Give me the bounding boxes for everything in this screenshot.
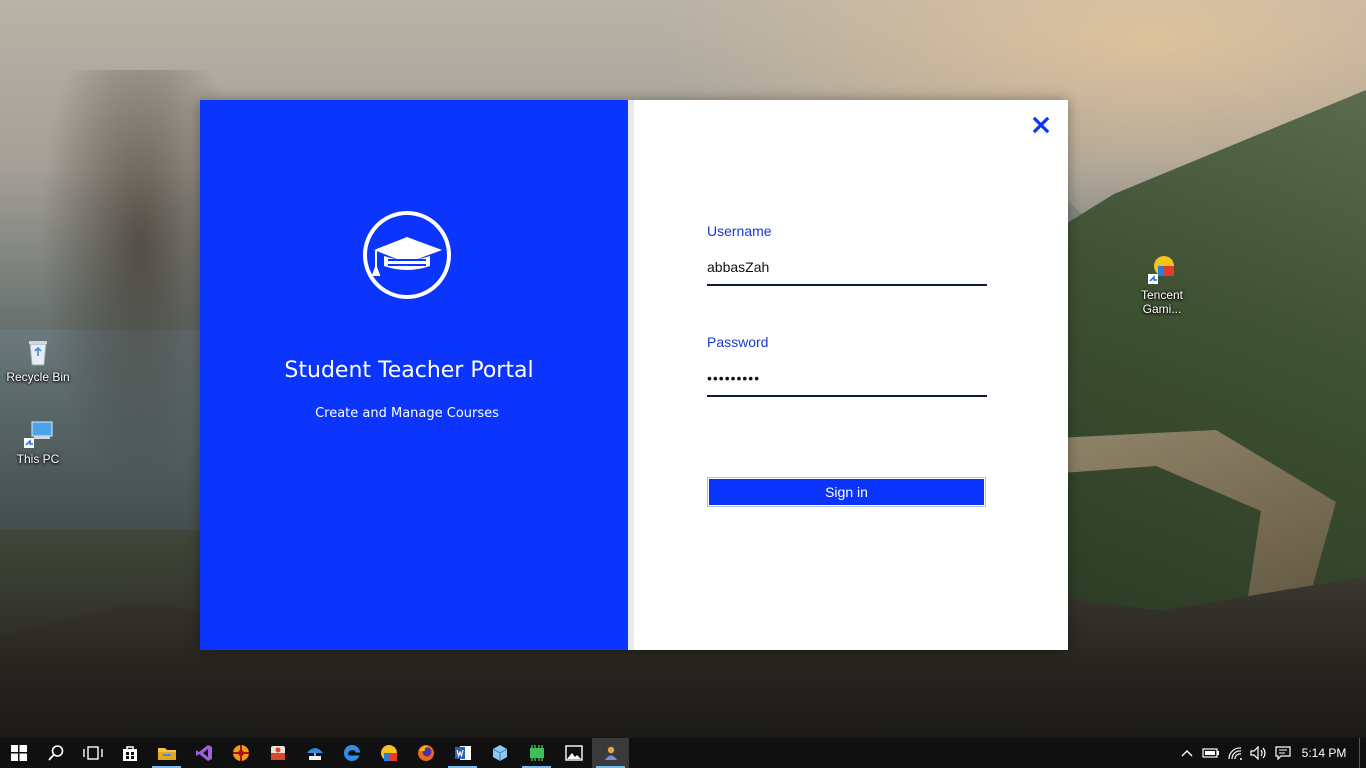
edge-icon [343, 744, 360, 761]
taskbar-app-green[interactable] [518, 738, 555, 768]
firefox-icon [417, 745, 434, 761]
desktop-icon-tencent[interactable]: Tencent Gami... [1124, 254, 1200, 316]
close-button[interactable] [1030, 114, 1052, 136]
taskbar-clock[interactable]: 5:14 PM [1295, 746, 1353, 760]
app-icon-umbrella [306, 748, 323, 760]
login-window: Student Teacher Portal Create and Manage… [200, 100, 1068, 650]
taskbar-firefox[interactable] [407, 738, 444, 768]
branding-panel: Student Teacher Portal Create and Manage… [200, 100, 628, 650]
battery-icon [1202, 748, 1219, 758]
tray-action-center[interactable] [1271, 738, 1295, 768]
password-input[interactable] [707, 361, 987, 397]
taskbar-app-umbrella[interactable] [296, 738, 333, 768]
username-label: Username [707, 223, 772, 239]
tencent-gaming-icon [1146, 254, 1178, 286]
notification-icon [1275, 746, 1291, 760]
app-icon-yellow [380, 745, 397, 761]
username-input[interactable] [707, 250, 987, 286]
portal-app-icon [604, 746, 617, 760]
tray-battery[interactable] [1199, 738, 1223, 768]
wallpaper-road [1036, 430, 1336, 610]
store-icon [122, 746, 137, 761]
chevron-up-icon [1181, 750, 1193, 757]
tray-overflow-button[interactable] [1175, 738, 1199, 768]
wifi-icon [1228, 747, 1242, 760]
taskbar-photos[interactable] [555, 738, 592, 768]
graduation-cap-icon [362, 210, 452, 300]
close-icon [1032, 116, 1050, 134]
app-subtitle: Create and Manage Courses [315, 406, 499, 421]
start-icon [10, 745, 27, 761]
taskbar-visual-studio[interactable] [185, 738, 222, 768]
computer-icon [22, 418, 54, 450]
visual-studio-icon [195, 745, 212, 761]
taskbar-word[interactable] [444, 738, 481, 768]
taskbar-edge[interactable] [333, 738, 370, 768]
app-icon-green [529, 745, 544, 761]
app-title: Student Teacher Portal [284, 358, 534, 383]
word-icon [454, 746, 471, 760]
search-icon [47, 745, 63, 761]
search-button[interactable] [37, 738, 74, 768]
photos-icon [564, 745, 583, 761]
desktop-icon-this-pc[interactable]: This PC [0, 418, 76, 466]
desktop-icon-recycle-bin[interactable]: Recycle Bin [0, 336, 76, 384]
sign-in-button[interactable]: Sign in [707, 477, 986, 507]
show-desktop-button[interactable] [1359, 738, 1366, 768]
taskbar-app-cube[interactable] [481, 738, 518, 768]
file-explorer-icon [157, 748, 176, 760]
taskbar-file-explorer[interactable] [148, 738, 185, 768]
app-icon-cube [492, 745, 507, 761]
app-icon-orange [232, 745, 249, 761]
system-tray: 5:14 PM [1175, 738, 1366, 768]
volume-icon [1250, 746, 1266, 760]
taskbar-app-red[interactable] [259, 738, 296, 768]
tray-network[interactable] [1223, 738, 1247, 768]
tray-volume[interactable] [1247, 738, 1271, 768]
taskbar-portal-app[interactable] [592, 738, 629, 768]
taskbar-app-orange[interactable] [222, 738, 259, 768]
start-button[interactable] [0, 738, 37, 768]
task-view-icon [82, 746, 103, 760]
login-form-panel: Username Password Sign in [634, 100, 1068, 650]
desktop-icon-label: This PC [16, 452, 60, 466]
password-label: Password [707, 334, 769, 350]
desktop-icon-label: Recycle Bin [6, 370, 70, 384]
taskbar-store[interactable] [111, 738, 148, 768]
task-view-button[interactable] [74, 738, 111, 768]
app-icon-red [270, 746, 285, 760]
recycle-bin-icon [22, 336, 54, 368]
desktop-icon-label: Tencent Gami... [1140, 288, 1184, 316]
taskbar-app-yellow[interactable] [370, 738, 407, 768]
taskbar: 5:14 PM [0, 738, 1366, 768]
